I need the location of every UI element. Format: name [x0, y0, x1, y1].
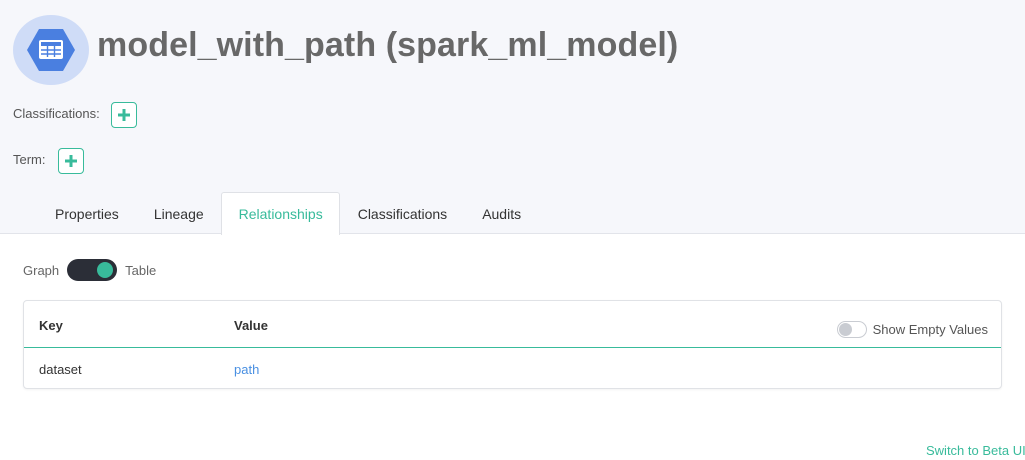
table-cell-key: dataset	[39, 362, 82, 377]
key-column-header: Key	[39, 318, 63, 333]
add-classification-button[interactable]	[111, 102, 137, 128]
show-empty-values-toggle[interactable]	[836, 321, 867, 338]
toggle-knob	[97, 262, 114, 278]
table-label: Table	[125, 262, 157, 278]
toggle-knob	[838, 323, 852, 336]
relationships-table: Key Value Show Empty Values dataset path	[23, 300, 1002, 389]
entity-tabs: Properties Lineage Relationships Classif…	[37, 192, 538, 235]
tab-classifications[interactable]: Classifications	[340, 192, 464, 234]
graph-table-switch: Graph Table	[23, 259, 156, 281]
graph-label: Graph	[23, 262, 60, 278]
table-cell-value-link[interactable]: path	[234, 362, 259, 377]
page-title: model_with_path (spark_ml_model)	[97, 26, 679, 64]
term-label: Term:	[13, 152, 46, 167]
plus-icon	[118, 109, 130, 121]
value-column-header: Value	[234, 318, 268, 333]
add-term-button[interactable]	[58, 148, 84, 174]
tab-lineage[interactable]: Lineage	[136, 192, 221, 234]
tab-relationships[interactable]: Relationships	[220, 192, 340, 235]
show-empty-values: Show Empty Values	[836, 321, 988, 338]
table-grid-icon	[13, 15, 89, 85]
tab-audits[interactable]: Audits	[464, 192, 538, 234]
switch-to-beta-link[interactable]: Switch to Beta UI	[926, 443, 1025, 458]
show-empty-values-label: Show Empty Values	[872, 322, 988, 337]
plus-icon	[65, 155, 77, 167]
classifications-label: Classifications:	[13, 106, 100, 121]
table-header: Key Value Show Empty Values	[24, 301, 1001, 348]
entity-header-area: model_with_path (spark_ml_model) Classif…	[0, 0, 1025, 235]
graph-table-toggle[interactable]	[67, 259, 118, 281]
tab-properties[interactable]: Properties	[37, 192, 136, 234]
